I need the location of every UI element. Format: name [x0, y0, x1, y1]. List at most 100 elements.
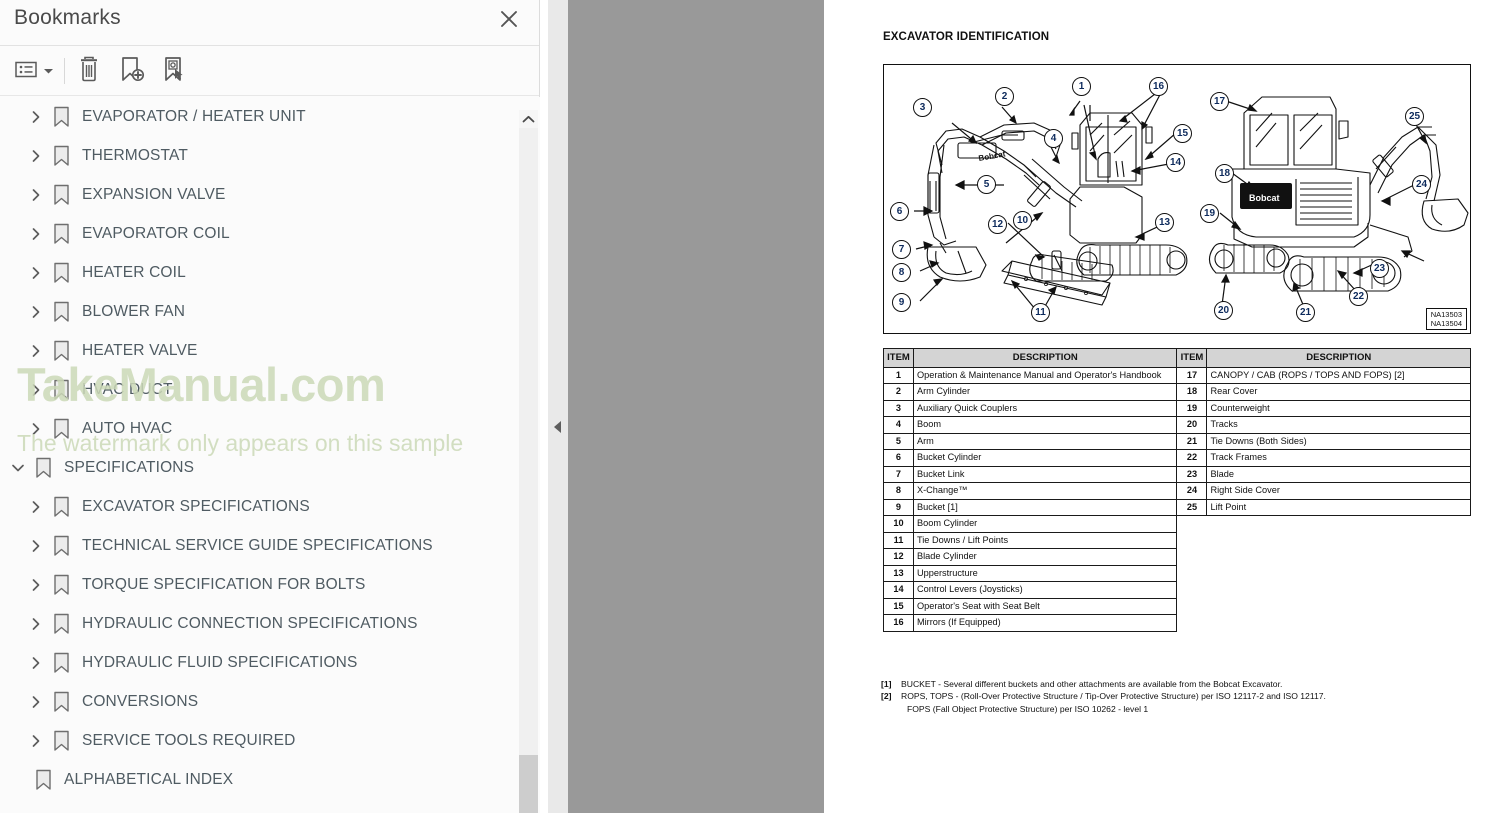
panel-splitter[interactable]	[548, 0, 568, 813]
close-icon[interactable]	[495, 5, 523, 33]
footnote-continuation: FOPS (Fall Object Protective Structure) …	[907, 703, 1149, 714]
callout-10: 10	[1013, 211, 1032, 230]
bookmark-item[interactable]: SERVICE TOOLS REQUIRED	[0, 721, 540, 760]
cell-item-right: 25	[1176, 498, 1208, 516]
page-title: Bookmarks	[14, 6, 121, 29]
delete-bookmark-button[interactable]	[76, 55, 102, 87]
cell-item-left: 13	[883, 564, 914, 582]
table-row: 12 Blade Cylinder	[883, 548, 1471, 566]
chevron-right-icon[interactable]	[26, 302, 46, 322]
scroll-up-arrow-icon[interactable]	[519, 110, 538, 128]
bookmark-icon	[32, 768, 54, 792]
bookmark-item[interactable]: HYDRAULIC CONNECTION SPECIFICATIONS	[0, 604, 540, 643]
chevron-right-icon[interactable]	[26, 146, 46, 166]
col-header-desc-left: DESCRIPTION	[912, 348, 1178, 368]
bookmark-item[interactable]: THERMOSTAT	[0, 136, 540, 175]
cell-desc-left: Control Levers (Joysticks)	[912, 581, 1178, 599]
document-viewport-backdrop	[568, 0, 824, 813]
bookmark-item-label: HVAC DUCT	[82, 380, 173, 398]
cell-item-left: 10	[883, 515, 914, 533]
bookmark-item[interactable]: HEATER COIL	[0, 253, 540, 292]
chevron-right-icon[interactable]	[26, 575, 46, 595]
chevron-right-icon[interactable]	[26, 341, 46, 361]
bookmark-item[interactable]: SPECIFICATIONS	[0, 448, 540, 487]
figure-ref-line-1: NA13503	[1430, 310, 1462, 319]
cell-desc-right	[1207, 516, 1471, 533]
chevron-right-icon[interactable]	[26, 107, 46, 127]
document-section-heading: EXCAVATOR IDENTIFICATION	[883, 31, 1050, 43]
bookmark-item[interactable]: TORQUE SPECIFICATION FOR BOLTS	[0, 565, 540, 604]
bookmark-item-label: CONVERSIONS	[82, 692, 199, 710]
bookmark-item[interactable]: HYDRAULIC FLUID SPECIFICATIONS	[0, 643, 540, 682]
chevron-right-icon[interactable]	[26, 185, 46, 205]
bookmark-icon	[50, 690, 72, 714]
bookmark-item-label: THERMOSTAT	[82, 146, 188, 164]
callout-14: 14	[1166, 153, 1185, 172]
cell-desc-left: Boom	[912, 416, 1178, 434]
col-header-desc-right: DESCRIPTION	[1206, 348, 1471, 368]
chevron-right-icon[interactable]	[26, 263, 46, 283]
bookmark-item[interactable]: ALPHABETICAL INDEX	[0, 760, 540, 799]
bookmark-item-label: EXCAVATOR SPECIFICATIONS	[82, 497, 310, 515]
cell-desc-left: Tie Downs / Lift Points	[912, 531, 1178, 549]
chevron-right-icon[interactable]	[26, 497, 46, 517]
bookmark-item[interactable]: EXPANSION VALVE	[0, 175, 540, 214]
bookmark-item[interactable]: HVAC DUCT	[0, 370, 540, 409]
chevron-down-icon[interactable]	[8, 458, 28, 478]
scrollbar-thumb[interactable]	[519, 755, 538, 813]
bookmark-item[interactable]: EVAPORATOR COIL	[0, 214, 540, 253]
bookmarks-tree-scroll-area[interactable]: EVAPORATOR / HEATER UNIT THERMOSTAT EXPANS…	[0, 97, 540, 813]
select-bookmark-button[interactable]	[160, 55, 188, 87]
bookmark-item[interactable]: CONVERSIONS	[0, 682, 540, 721]
cell-desc-right: Right Side Cover	[1206, 482, 1471, 500]
chevron-right-icon[interactable]	[26, 419, 46, 439]
bookmark-icon	[50, 261, 72, 285]
bookmark-item-label: EXPANSION VALVE	[82, 185, 226, 203]
chevron-right-icon[interactable]	[26, 536, 46, 556]
bookmark-item[interactable]: EXCAVATOR SPECIFICATIONS	[0, 487, 540, 526]
cell-desc-right	[1207, 565, 1471, 582]
bookmark-icon	[50, 300, 72, 324]
cell-item-right	[1177, 549, 1207, 566]
chevron-right-icon[interactable]	[26, 614, 46, 634]
chevron-right-icon[interactable]	[26, 692, 46, 712]
figure-footnotes: [1] BUCKET - Several different buckets an…	[875, 678, 1475, 715]
bookmark-item[interactable]: AUTO HVAC	[0, 409, 540, 448]
cell-item-right	[1177, 516, 1207, 533]
add-bookmark-button[interactable]	[118, 55, 146, 87]
table-row: 7 Bucket Link 23 Blade	[883, 465, 1471, 483]
sidebar-scrollbar[interactable]	[519, 110, 538, 813]
cell-desc-right: Lift Point	[1206, 498, 1471, 516]
table-row: 11 Tie Downs / Lift Points	[883, 531, 1471, 549]
chevron-right-icon[interactable]	[26, 224, 46, 244]
bookmark-icon	[50, 183, 72, 207]
trash-icon	[76, 55, 102, 88]
cell-item-left: 12	[883, 548, 914, 566]
bookmark-item[interactable]: EVAPORATOR / HEATER UNIT	[0, 97, 540, 136]
bookmark-icon	[50, 534, 72, 558]
chevron-right-icon[interactable]	[26, 653, 46, 673]
bookmark-icon	[50, 417, 72, 441]
chevron-right-icon[interactable]	[26, 731, 46, 751]
chevron-right-icon[interactable]	[26, 380, 46, 400]
cell-item-left: 11	[883, 531, 914, 549]
bookmark-icon	[50, 573, 72, 597]
bookmark-item-label: EVAPORATOR / HEATER UNIT	[82, 107, 306, 125]
table-header-row: ITEM DESCRIPTION ITEM DESCRIPTION	[883, 348, 1471, 368]
bookmark-item[interactable]: BLOWER FAN	[0, 292, 540, 331]
bookmark-item[interactable]: HEATER VALVE	[0, 331, 540, 370]
table-row: 1 Operation & Maintenance Manual and Oper…	[883, 366, 1471, 384]
cell-desc-left: Boom Cylinder	[912, 515, 1178, 533]
callout-15: 15	[1173, 124, 1192, 143]
cell-desc-right	[1207, 532, 1471, 549]
cell-desc-left: Bucket Link	[912, 465, 1178, 483]
bookmark-list-options-button[interactable]	[14, 55, 54, 87]
table-row: 3 Auxiliary Quick Couplers 19 Counterweight	[883, 399, 1471, 417]
table-row: 2 Arm Cylinder 18 Rear Cover	[883, 383, 1471, 401]
bookmark-select-icon	[160, 55, 188, 88]
table-row: 9 Bucket [1] 25 Lift Point	[883, 498, 1471, 516]
cell-item-left: 7	[883, 465, 914, 483]
callout-1: 1	[1072, 77, 1091, 96]
collapse-panel-arrow-icon[interactable]	[553, 420, 563, 434]
bookmark-item[interactable]: TECHNICAL SERVICE GUIDE SPECIFICATIONS	[0, 526, 540, 565]
